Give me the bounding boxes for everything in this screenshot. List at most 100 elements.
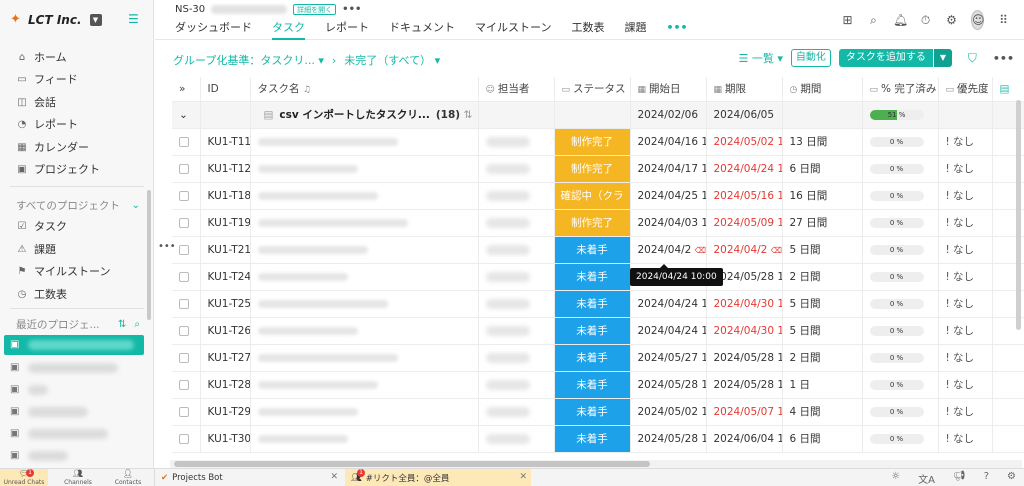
task-name[interactable] bbox=[250, 128, 479, 156]
row-checkbox[interactable] bbox=[172, 236, 201, 264]
table-row[interactable]: KU1-T28 未着手 2024/05/28 10 2024/05/28 11 日 0 … bbox=[172, 371, 1024, 399]
status-badge[interactable]: 未着手 bbox=[554, 425, 631, 453]
priority[interactable]: ! なし bbox=[938, 263, 993, 291]
sidebar-item-milestones[interactable]: ⚑ マイルストーン bbox=[16, 261, 148, 281]
column-header-name[interactable]: タスク名 ♫ bbox=[250, 77, 479, 102]
tab-dashboard[interactable]: ダッシュボード bbox=[175, 20, 252, 40]
priority[interactable]: ! なし bbox=[938, 155, 993, 183]
recent-project-active[interactable]: ▣ bbox=[4, 335, 144, 355]
sidebar-item-home[interactable]: ⌂ ホーム bbox=[16, 47, 148, 67]
filter-dropdown[interactable]: 未完了（すべて） ▾ bbox=[344, 52, 440, 68]
search-icon[interactable]: ⌕ bbox=[134, 319, 140, 330]
task-name[interactable] bbox=[250, 236, 479, 264]
tab-issues[interactable]: 課題 bbox=[624, 20, 646, 40]
deadline[interactable]: 2024/05/02 1 bbox=[706, 128, 783, 156]
group-row[interactable]: ⌄ ▤ csv インポートしたタスクリ... (18) ⇅ 2024/02/06 2… bbox=[172, 101, 1024, 129]
all-projects-section[interactable]: すべてのプロジェクト ⌄ bbox=[16, 198, 140, 213]
recent-project-item[interactable] bbox=[28, 451, 68, 461]
priority[interactable]: ! なし bbox=[938, 425, 993, 453]
sort-icon[interactable]: ⇅ bbox=[118, 319, 126, 330]
search-icon[interactable]: ⌕ bbox=[867, 13, 880, 28]
contacts-button[interactable]: 👤︎ Contacts bbox=[110, 469, 146, 486]
start-date[interactable]: 2024/04/24 10 bbox=[630, 317, 707, 345]
tab-report[interactable]: レポート bbox=[325, 20, 369, 40]
status-badge[interactable]: 確認中（クラ bbox=[554, 182, 631, 210]
status-badge[interactable]: 未着手 bbox=[554, 344, 631, 372]
assignee-cell[interactable] bbox=[478, 317, 555, 345]
checkbox[interactable] bbox=[179, 379, 189, 390]
status-badge[interactable]: 未着手 bbox=[554, 371, 631, 399]
sidebar-item-report[interactable]: ◔ レポート bbox=[16, 114, 148, 134]
table-row[interactable]: KU1-T29 未着手 2024/05/02 10 2024/05/07 14 日間 0… bbox=[172, 398, 1024, 426]
row-checkbox[interactable] bbox=[172, 425, 201, 453]
timer-icon[interactable]: ⏱︎ bbox=[919, 13, 932, 28]
recent-project-item[interactable] bbox=[28, 407, 88, 417]
priority[interactable]: ! なし bbox=[938, 317, 993, 345]
task-name[interactable] bbox=[250, 425, 479, 453]
recent-project-item[interactable] bbox=[28, 429, 108, 439]
column-header-start[interactable]: ▦ 開始日 bbox=[630, 77, 707, 102]
row-checkbox[interactable] bbox=[172, 263, 201, 291]
assignee-cell[interactable] bbox=[478, 425, 555, 453]
tab-milestones[interactable]: マイルストーン bbox=[475, 20, 551, 40]
deadline[interactable]: 2024/04/24 1 bbox=[706, 155, 783, 183]
table-row[interactable]: KU1-T25 未着手 2024/04/24 10 2024/04/30 15 日間 0… bbox=[172, 290, 1024, 318]
assignee-cell[interactable] bbox=[478, 290, 555, 318]
column-header-assignee[interactable]: ☺ 担当者 bbox=[478, 77, 555, 102]
start-date[interactable]: 2024/04/2 ⌫ bbox=[630, 236, 707, 264]
task-name[interactable] bbox=[250, 209, 479, 237]
priority[interactable]: ! なし bbox=[938, 371, 993, 399]
task-id[interactable]: KU1-T26 bbox=[200, 317, 251, 345]
priority[interactable]: ! なし bbox=[938, 209, 993, 237]
task-id[interactable]: KU1-T30 bbox=[200, 425, 251, 453]
start-date[interactable]: 2024/04/24 10 bbox=[630, 290, 707, 318]
deadline[interactable]: 2024/05/28 1 bbox=[706, 371, 783, 399]
task-id[interactable]: KU1-T21 bbox=[200, 236, 251, 264]
start-date[interactable]: 2024/04/03 1 bbox=[630, 209, 707, 237]
collapse-all-icon[interactable]: » bbox=[172, 77, 201, 102]
task-name[interactable] bbox=[250, 371, 479, 399]
checkbox[interactable] bbox=[179, 136, 189, 147]
task-id[interactable]: KU1-T18 bbox=[200, 182, 251, 210]
chat-tab-projects-bot[interactable]: ✔ Projects Bot ✕ bbox=[154, 469, 342, 486]
sidebar-item-project[interactable]: ▣ プロジェクト bbox=[16, 159, 148, 179]
task-id[interactable]: KU1-T19 bbox=[200, 209, 251, 237]
status-badge[interactable]: 制作完了 bbox=[554, 209, 631, 237]
assignee-cell[interactable] bbox=[478, 155, 555, 183]
table-row[interactable]: KU1-T24 未着手 2024/05/28 12 日間 0 % ! なし bbox=[172, 263, 1024, 291]
row-checkbox[interactable] bbox=[172, 155, 201, 183]
sort-icon[interactable]: ⇅ bbox=[463, 109, 472, 121]
deadline[interactable]: 2024/05/07 1 bbox=[706, 398, 783, 426]
bell-icon[interactable]: 🔔︎ bbox=[893, 13, 908, 27]
status-badge[interactable]: 未着手 bbox=[554, 236, 631, 264]
deadline[interactable]: 2024/04/30 1 bbox=[706, 290, 783, 318]
more-menu-button[interactable]: ••• bbox=[342, 4, 361, 15]
task-name[interactable] bbox=[250, 317, 479, 345]
status-badge[interactable]: 未着手 bbox=[554, 317, 631, 345]
filter-icon[interactable]: ⛉ bbox=[968, 51, 977, 66]
checkbox[interactable] bbox=[179, 244, 189, 255]
table-row[interactable]: KU1-T18 確認中（クラ 2024/04/25 10 2024/05/16 116… bbox=[172, 182, 1024, 210]
add-icon[interactable]: ⊞ bbox=[841, 13, 854, 27]
tabs-more-button[interactable]: ••• bbox=[666, 20, 687, 40]
table-row[interactable]: KU1-T30 未着手 2024/05/28 10 2024/06/04 16 日間 0… bbox=[172, 425, 1024, 453]
column-header-period[interactable]: ◷ 期間 bbox=[782, 77, 863, 102]
task-id[interactable]: KU1-T25 bbox=[200, 290, 251, 318]
recent-project-item[interactable] bbox=[28, 363, 118, 373]
task-name[interactable] bbox=[250, 290, 479, 318]
row-checkbox[interactable] bbox=[172, 344, 201, 372]
row-checkbox[interactable] bbox=[172, 317, 201, 345]
gear-icon[interactable]: ⚙︎ bbox=[945, 13, 958, 27]
row-checkbox[interactable] bbox=[172, 398, 201, 426]
status-badge[interactable]: 未着手 bbox=[554, 290, 631, 318]
more-options-button[interactable]: ••• bbox=[993, 52, 1014, 65]
horizontal-scrollbar[interactable] bbox=[170, 460, 1022, 468]
brand[interactable]: ✦ LCT Inc. ▼ bbox=[10, 10, 102, 30]
deadline[interactable]: 2024/05/09 1 bbox=[706, 209, 783, 237]
help-icon[interactable]: ? bbox=[984, 471, 989, 486]
task-id[interactable]: KU1-T29 bbox=[200, 398, 251, 426]
start-date[interactable]: 2024/04/17 10 bbox=[630, 155, 707, 183]
avatar[interactable]: ☺ bbox=[971, 10, 985, 30]
table-row[interactable]: KU1-T21 未着手 2024/04/2 ⌫ 2024/04/2 ⌫ 5 日間 0 %!… bbox=[172, 236, 1024, 264]
scrollbar-thumb[interactable] bbox=[174, 461, 650, 467]
